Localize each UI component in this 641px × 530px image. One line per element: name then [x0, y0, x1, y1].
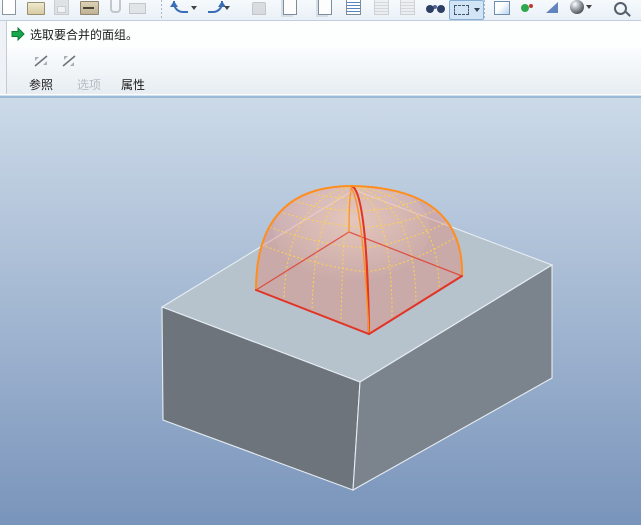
paste-icon[interactable] — [318, 0, 332, 15]
toolbar-separator — [483, 0, 486, 20]
find-icon[interactable] — [426, 5, 434, 13]
selection-filter-icon[interactable] — [449, 0, 484, 20]
message-area: 选取要合并的面组。 — [0, 21, 641, 47]
main-toolbar — [0, 0, 641, 21]
merge-dashboard: 参照 选项 属性 — [0, 47, 641, 94]
datum-display-icon[interactable] — [521, 4, 529, 12]
paste-special-icon[interactable] — [346, 0, 361, 15]
redo-icon[interactable] — [208, 1, 223, 13]
flip-first-side-icon[interactable] — [31, 52, 51, 70]
toolbar-separator — [160, 0, 163, 20]
prompt-arrow-icon — [11, 27, 25, 41]
open-icon[interactable] — [27, 2, 45, 15]
print-icon[interactable] — [80, 1, 99, 15]
custom-regenerate-icon[interactable] — [400, 0, 415, 15]
regenerate-icon[interactable] — [374, 0, 389, 15]
send-mail-icon[interactable] — [129, 3, 146, 14]
repaint-icon[interactable] — [494, 1, 510, 15]
tab-properties[interactable]: 属性 — [121, 76, 145, 93]
csys-display-icon[interactable] — [546, 2, 558, 13]
copy-icon[interactable] — [283, 0, 297, 15]
save-icon[interactable] — [54, 0, 69, 15]
flip-second-side-icon[interactable] — [59, 52, 79, 70]
shaded-model-icon[interactable] — [570, 0, 584, 14]
prompt-message: 选取要合并的面组。 — [30, 26, 138, 43]
model-view — [0, 98, 641, 525]
new-file-icon[interactable] — [2, 0, 16, 15]
cut-icon[interactable] — [252, 2, 266, 15]
attach-icon[interactable] — [110, 0, 121, 13]
graphics-viewport[interactable] — [0, 98, 641, 525]
zoom-in-icon[interactable] — [614, 2, 627, 15]
undo-icon[interactable] — [173, 1, 188, 13]
tab-options[interactable]: 选项 — [77, 76, 101, 93]
tab-references[interactable]: 参照 — [29, 76, 53, 93]
